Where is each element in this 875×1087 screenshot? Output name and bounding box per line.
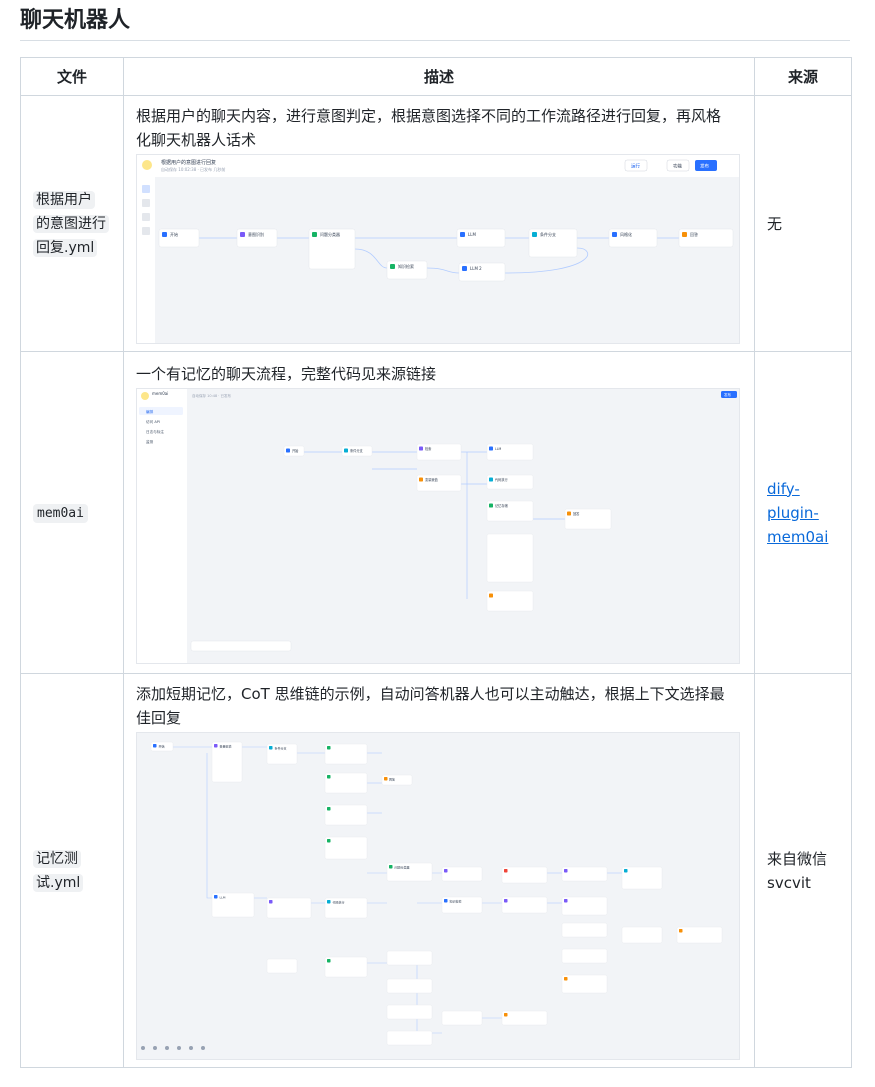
source-text: 来自微信 — [767, 849, 828, 868]
svg-text:代码执行: 代码执行 — [333, 899, 345, 904]
desc-cell: 根据用户的聊天内容，进行意图判定，根据意图选择不同的工作流路径进行回复，再风格化… — [123, 95, 755, 352]
svg-text:条件分支: 条件分支 — [540, 231, 556, 237]
table-row: mem0ai 一个有记忆的聊天流程，完整代码见来源链接 mem0ai 自动保存 … — [20, 351, 852, 674]
svg-text:知识检索: 知识检索 — [450, 898, 462, 903]
page-title: 聊天机器人 — [20, 8, 131, 33]
svg-text:发布: 发布 — [700, 162, 709, 169]
screenshot-app-title: 根据用户的意图进行回复 — [161, 159, 216, 166]
row-description: 添加短期记忆，CoT 思维链的示例，自动问答机器人也可以主动触达，根据上下文选择… — [136, 684, 725, 727]
row-description: 一个有记忆的聊天流程，完整代码见来源链接 — [136, 364, 437, 383]
file-cell: mem0ai — [20, 351, 124, 674]
workflow-screenshot: 开始 变量赋值 条件分支 回答 LLM 代码执行 问题分类器 知识检索 — [136, 731, 740, 1060]
svg-text:监测: 监测 — [146, 439, 154, 444]
svg-text:条件分支: 条件分支 — [275, 745, 287, 750]
svg-text:开始: 开始 — [159, 743, 165, 748]
svg-text:问题分类器: 问题分类器 — [395, 864, 410, 869]
file-name: 记忆测 试.yml — [33, 847, 111, 895]
file-name: mem0ai — [33, 503, 88, 523]
row-description: 根据用户的聊天内容，进行意图判定，根据意图选择不同的工作流路径进行回复，再风格化… — [136, 106, 722, 149]
svg-text:检索: 检索 — [425, 446, 431, 451]
table-row: 根据用户 的意图进行 回复.yml 根据用户的聊天内容，进行意图判定，根据意图选… — [20, 95, 852, 352]
svg-text:LLM: LLM — [495, 447, 502, 451]
svg-text:LLM: LLM — [468, 232, 476, 237]
file-name: 根据用户 的意图进行 回复.yml — [33, 188, 111, 260]
source-text: svcvit — [767, 873, 811, 892]
svg-text:LLM 2: LLM 2 — [470, 266, 482, 271]
svg-text:发布: 发布 — [724, 392, 732, 397]
workflow-screenshot: mem0ai 自动保存 10:48 · 已发布 发布 编排 访问 API 日志与… — [136, 387, 740, 664]
svg-text:记忆存储: 记忆存储 — [495, 503, 509, 508]
svg-text:变量赋值: 变量赋值 — [220, 743, 232, 748]
desc-cell: 一个有记忆的聊天流程，完整代码见来源链接 mem0ai 自动保存 10:48 ·… — [123, 351, 755, 674]
svg-text:mem0ai: mem0ai — [152, 391, 168, 396]
svg-text:问题分类器: 问题分类器 — [320, 231, 340, 237]
source-text: 无 — [767, 214, 783, 233]
file-cell: 记忆测 试.yml — [20, 673, 124, 1068]
svg-text:知识检索: 知识检索 — [398, 263, 414, 269]
workflow-canvas-image: 根据用户的意图进行回复 自动保存 10:02:38 · 已发布 几秒前 运行 功… — [137, 154, 739, 343]
file-cell: 根据用户 的意图进行 回复.yml — [20, 95, 124, 352]
svg-text:代码执行: 代码执行 — [495, 477, 509, 482]
svg-text:开始: 开始 — [292, 448, 299, 453]
svg-text:回答: 回答 — [389, 776, 395, 781]
source-cell: 来自微信 svcvit — [754, 673, 852, 1068]
svg-text:意图识别: 意图识别 — [248, 231, 264, 237]
svg-text:日志与标注: 日志与标注 — [146, 429, 164, 434]
svg-text:运行: 运行 — [631, 162, 640, 169]
header-desc: 描述 — [123, 57, 755, 96]
svg-text:编排: 编排 — [146, 409, 154, 414]
workflow-canvas-image: 开始 变量赋值 条件分支 回答 LLM 代码执行 问题分类器 知识检索 — [137, 732, 739, 1059]
svg-text:回答: 回答 — [690, 231, 698, 237]
workflow-canvas-image: mem0ai 自动保存 10:48 · 已发布 发布 编排 访问 API 日志与… — [137, 388, 739, 663]
workflow-table: 文件 描述 来源 根据用户 的意图进行 回复.yml 根据用户的聊天内容，进行意… — [20, 57, 852, 1068]
svg-text:回答: 回答 — [573, 511, 580, 516]
table-row: 记忆测 试.yml 添加短期记忆，CoT 思维链的示例，自动问答机器人也可以主动… — [20, 673, 852, 1068]
svg-text:访问 API: 访问 API — [146, 419, 160, 424]
table-header-row: 文件 描述 来源 — [20, 57, 852, 96]
svg-text:自动保存 10:48 · 已发布: 自动保存 10:48 · 已发布 — [192, 393, 232, 398]
svg-text:功能: 功能 — [673, 162, 682, 169]
workflow-screenshot: 根据用户的意图进行回复 自动保存 10:02:38 · 已发布 几秒前 运行 功… — [136, 153, 740, 344]
svg-text:风格化: 风格化 — [620, 231, 632, 237]
desc-cell: 添加短期记忆，CoT 思维链的示例，自动问答机器人也可以主动触达，根据上下文选择… — [123, 673, 755, 1068]
svg-text:LLM: LLM — [220, 895, 226, 899]
header-file: 文件 — [20, 57, 124, 96]
svg-text:条件分支: 条件分支 — [350, 448, 364, 453]
svg-text:变量赋值: 变量赋值 — [425, 477, 439, 482]
title-divider — [20, 40, 850, 41]
header-source: 来源 — [754, 57, 852, 96]
svg-text:自动保存 10:02:38 · 已发布 几秒前: 自动保存 10:02:38 · 已发布 几秒前 — [161, 166, 225, 172]
source-link[interactable]: dify- plugin- mem0ai — [767, 480, 828, 546]
source-cell: dify- plugin- mem0ai — [754, 351, 852, 674]
source-cell: 无 — [754, 95, 852, 352]
svg-text:开始: 开始 — [170, 231, 178, 237]
